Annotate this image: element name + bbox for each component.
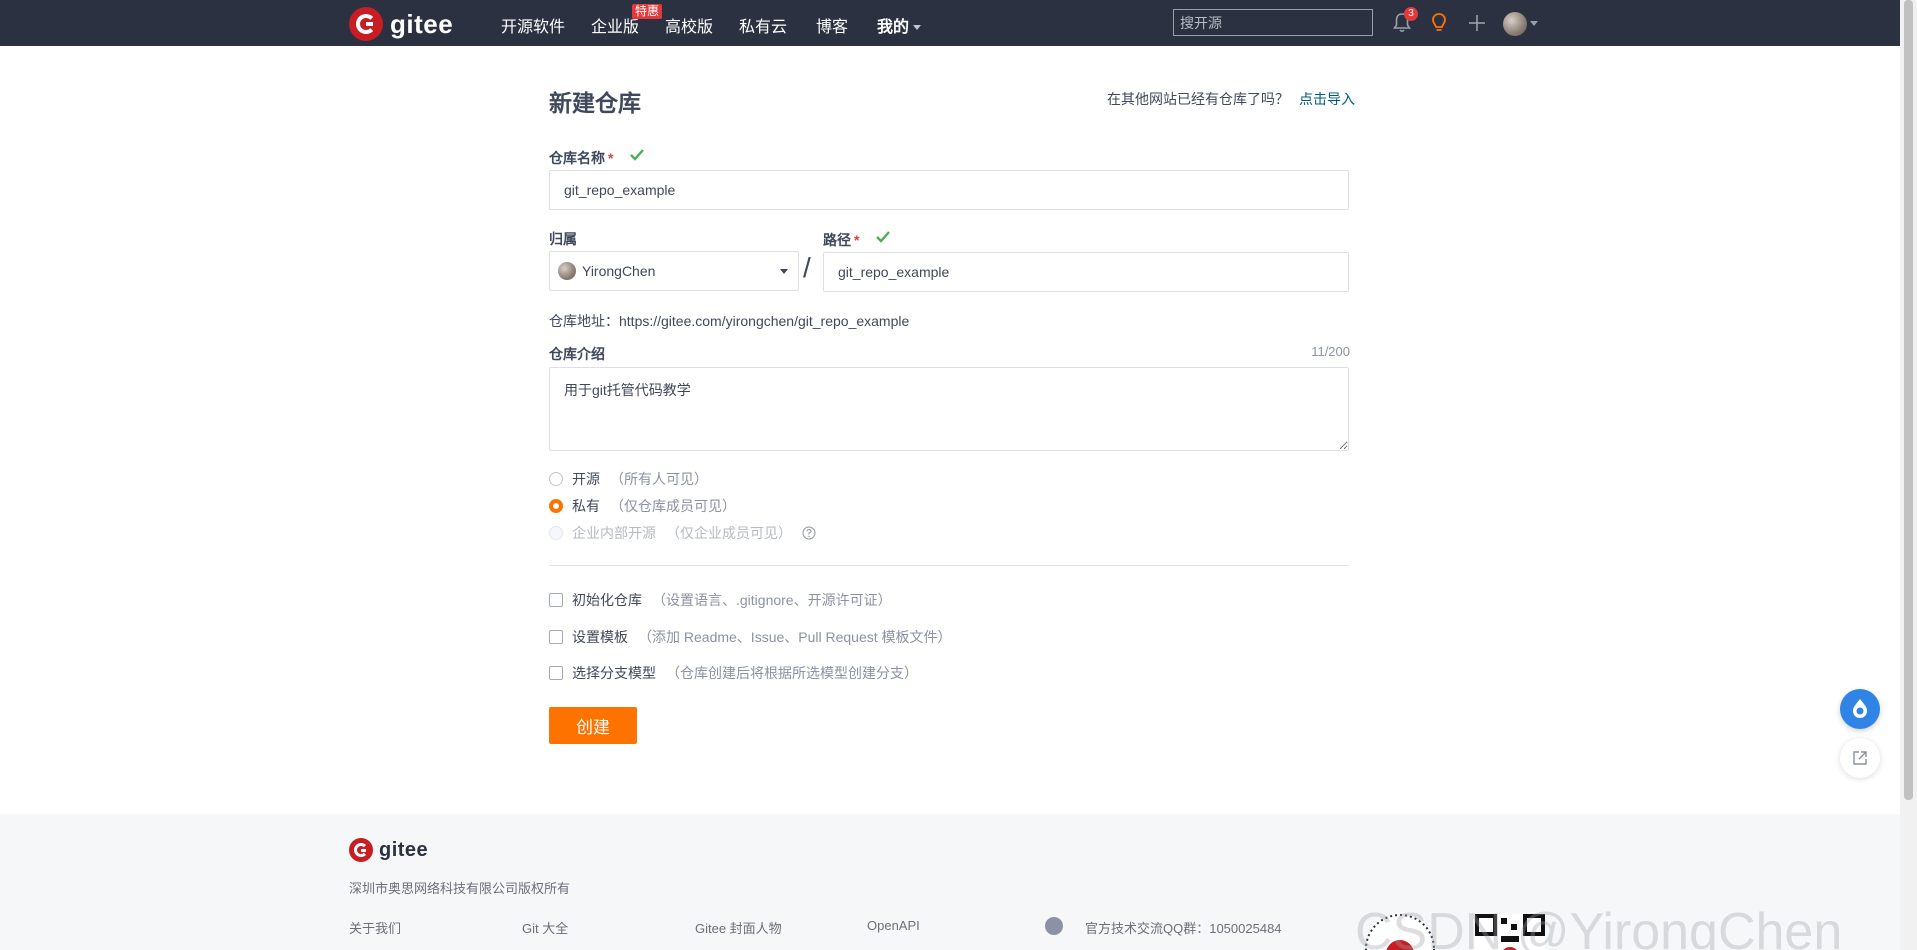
footer-link-openapi[interactable]: OpenAPI — [867, 918, 920, 933]
nav-item-blog[interactable]: 博客 — [816, 13, 848, 37]
visibility-option-enterprise: 企业内部开源 （仅企业成员可见） — [549, 523, 816, 543]
nav-item-education[interactable]: 高校版 — [665, 13, 713, 37]
nav-item-private-cloud[interactable]: 私有云 — [739, 13, 787, 37]
chevron-down-icon — [780, 269, 788, 274]
description-counter: 11/200 — [1311, 344, 1350, 359]
page-title: 新建仓库 — [549, 90, 641, 116]
logo-text: gitee — [390, 8, 454, 39]
page-scrollbar[interactable] — [1900, 0, 1917, 950]
footer-logo[interactable]: gitee — [349, 838, 428, 862]
option-init-repo-label: 初始化仓库 — [572, 592, 642, 608]
qq-group-text: 官方技术交流QQ群：1050025484 — [1085, 921, 1282, 936]
gitee-logo[interactable]: gitee — [349, 7, 453, 41]
option-template-desc: （添加 Readme、Issue、Pull Request 模板文件） — [638, 629, 952, 645]
scrollbar-thumb[interactable] — [1904, 0, 1913, 800]
footer-link-about[interactable]: 关于我们 — [349, 918, 401, 937]
notification-badge: 3 — [1404, 7, 1418, 21]
gitee-logo-icon — [349, 838, 373, 862]
search-input[interactable] — [1173, 9, 1373, 36]
visibility-private-label: 私有 — [572, 498, 600, 514]
import-prompt-text: 在其他网站已经有仓库了吗？ — [1107, 91, 1289, 107]
option-template[interactable]: 设置模板 （添加 Readme、Issue、Pull Request 模板文件） — [549, 627, 952, 647]
checkbox-init-repo[interactable] — [549, 593, 563, 607]
qq-icon — [1045, 917, 1063, 935]
chat-float-button[interactable] — [1840, 689, 1880, 729]
repo-path-input[interactable] — [823, 252, 1349, 292]
user-avatar[interactable] — [1503, 12, 1527, 36]
required-mark: * — [608, 150, 614, 166]
option-init-repo[interactable]: 初始化仓库 （设置语言、.gitignore、开源许可证） — [549, 590, 892, 610]
radio-enterprise — [549, 526, 563, 540]
import-link[interactable]: 点击导入 — [1299, 91, 1355, 107]
repo-url: 仓库地址：https://gitee.com/yirongchen/git_re… — [549, 311, 909, 331]
footer-logo-text: gitee — [379, 838, 429, 861]
drop-chat-icon — [1853, 699, 1867, 718]
owner-label: 归属 — [549, 231, 577, 247]
visibility-enterprise-desc: （仅企业成员可见） — [666, 525, 792, 541]
radio-private[interactable] — [549, 499, 563, 513]
chevron-down-icon — [913, 25, 922, 31]
copyright-text: 深圳市奥思网络科技有限公司版权所有 — [349, 881, 571, 896]
required-mark: * — [854, 232, 860, 248]
owner-name: YirongChen — [582, 263, 656, 279]
repo-name-label-text: 仓库名称 — [549, 150, 605, 166]
footer-link-cover-people[interactable]: Gitee 封面人物 — [695, 918, 782, 937]
repo-url-value: https://gitee.com/yirongchen/git_repo_ex… — [619, 313, 910, 329]
visibility-public-label: 开源 — [572, 471, 600, 487]
footer: gitee 深圳市奥思网络科技有限公司版权所有 关于我们 Git 大全 Gite… — [0, 814, 1900, 950]
repo-name-label: 仓库名称 * — [549, 148, 613, 168]
visibility-option-private[interactable]: 私有 （仅仓库成员可见） — [549, 496, 736, 516]
check-icon — [630, 149, 644, 161]
option-template-label: 设置模板 — [572, 629, 628, 645]
owner-select[interactable]: YirongChen — [549, 251, 799, 291]
nav-item-mine-label: 我的 — [877, 19, 910, 36]
radio-public[interactable] — [549, 472, 563, 486]
path-label-text: 路径 — [823, 232, 851, 248]
chevron-down-icon[interactable] — [1530, 21, 1538, 26]
option-branch-model-desc: （仓库创建后将根据所选模型创建分支） — [666, 665, 918, 681]
path-label: 路径 * — [823, 230, 859, 250]
owner-avatar — [558, 262, 576, 280]
repo-url-label: 仓库地址： — [549, 313, 619, 329]
path-separator: / — [803, 252, 811, 283]
create-button[interactable]: 创建 — [549, 707, 637, 744]
footer-link-git-guide[interactable]: Git 大全 — [522, 918, 568, 937]
share-float-button[interactable] — [1840, 738, 1880, 778]
nav-item-open-source[interactable]: 开源软件 — [501, 13, 565, 37]
description-textarea[interactable]: 用于git托管代码教学 — [549, 367, 1349, 451]
checkbox-template[interactable] — [549, 630, 563, 644]
repo-name-input[interactable] — [549, 170, 1349, 210]
visibility-public-desc: （所有人可见） — [610, 471, 708, 487]
nav-item-mine[interactable]: 我的 — [877, 13, 922, 37]
visibility-enterprise-label: 企业内部开源 — [572, 525, 656, 541]
form-divider — [549, 565, 1349, 566]
top-navbar: gitee 开源软件 企业版 特惠 高校版 私有云 博客 我的 3 — [0, 0, 1900, 46]
plus-icon[interactable] — [1464, 10, 1490, 36]
watermark: CSDN @YirongChen — [1355, 903, 1843, 950]
external-link-icon — [1853, 751, 1867, 765]
help-icon[interactable] — [802, 526, 816, 540]
checkbox-branch-model[interactable] — [549, 666, 563, 680]
option-init-repo-desc: （设置语言、.gitignore、开源许可证） — [652, 592, 892, 608]
check-icon — [876, 231, 890, 243]
gitee-logo-icon — [349, 7, 383, 41]
description-label: 仓库介绍 — [549, 346, 605, 362]
lightbulb-icon[interactable] — [1426, 10, 1452, 36]
visibility-option-public[interactable]: 开源 （所有人可见） — [549, 469, 708, 489]
option-branch-model[interactable]: 选择分支模型 （仓库创建后将根据所选模型创建分支） — [549, 663, 918, 683]
visibility-private-desc: （仅仓库成员可见） — [610, 498, 736, 514]
import-prompt: 在其他网站已经有仓库了吗？ 点击导入 — [1107, 89, 1355, 109]
option-branch-model-label: 选择分支模型 — [572, 665, 656, 681]
promo-badge: 特惠 — [632, 4, 663, 19]
